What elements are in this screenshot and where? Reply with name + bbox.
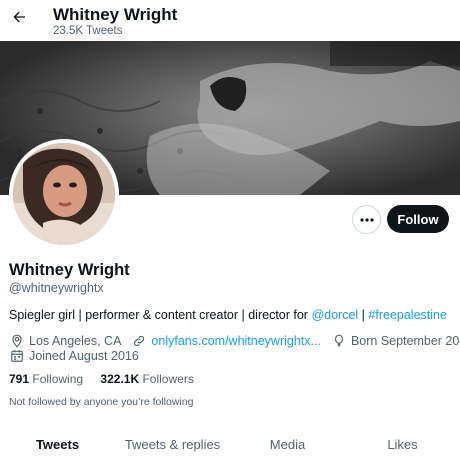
profile-meta-row-1: Los Angeles, CA onlyfans.com/whitneywrig… <box>9 333 460 349</box>
tab-tweets-replies[interactable]: Tweets & replies <box>115 428 230 460</box>
bio-mention-link[interactable]: @dorcel <box>311 308 358 322</box>
following-stat[interactable]: 791 Following <box>9 372 83 386</box>
profile-name: Whitney Wright <box>9 261 130 279</box>
more-dots-icon <box>359 217 374 222</box>
not-followed-note: Not followed by anyone you’re following <box>9 396 194 408</box>
followers-stat[interactable]: 322.1K Followers <box>100 372 193 386</box>
location-item: Los Angeles, CA <box>9 333 121 349</box>
avatar-photo <box>13 143 115 245</box>
top-bar: Whitney Wright 23.5K Tweets <box>0 0 460 41</box>
header-name: Whitney Wright <box>53 5 178 24</box>
bio-text: Spiegler girl | performer & content crea… <box>9 308 312 322</box>
joined-item: Joined August 2016 <box>9 348 139 364</box>
following-count: 791 <box>9 372 30 386</box>
location-text: Los Angeles, CA <box>29 334 122 348</box>
followers-label: Followers <box>142 372 194 386</box>
follow-stats: 791 Following 322.1K Followers <box>9 372 208 386</box>
profile-tabs: Tweets Tweets & replies Media Likes <box>0 428 460 460</box>
followers-count: 322.1K <box>100 372 140 386</box>
back-button[interactable] <box>8 6 30 28</box>
calendar-icon <box>9 348 25 364</box>
website-link[interactable]: onlyfans.com/whitneywrightx... <box>151 334 321 348</box>
birthday-text: Born September 20 <box>350 334 460 348</box>
follow-button[interactable]: Follow <box>387 205 449 233</box>
birthday-item: Born September 20 <box>331 333 459 349</box>
more-options-button[interactable] <box>352 205 381 234</box>
profile-meta-row-2: Joined August 2016 <box>9 348 149 364</box>
joined-text: Joined August 2016 <box>29 349 139 363</box>
tab-likes[interactable]: Likes <box>345 428 460 460</box>
tab-tweets[interactable]: Tweets <box>0 428 115 460</box>
avatar[interactable] <box>9 139 119 249</box>
profile-bio: Spiegler girl | performer & content crea… <box>9 308 447 322</box>
bio-hashtag-link[interactable]: #freepalestine <box>368 308 447 322</box>
header-tweet-count: 23.5K Tweets <box>53 25 123 37</box>
website-item: onlyfans.com/whitneywrightx... <box>131 333 321 349</box>
tab-media[interactable]: Media <box>230 428 345 460</box>
arrow-left-icon <box>13 11 25 23</box>
location-pin-icon <box>9 333 25 349</box>
following-label: Following <box>32 372 84 386</box>
balloon-icon <box>331 333 347 349</box>
bio-separator: | <box>358 308 369 322</box>
profile-handle: @whitneywrightx <box>9 281 104 295</box>
link-icon <box>131 333 147 349</box>
